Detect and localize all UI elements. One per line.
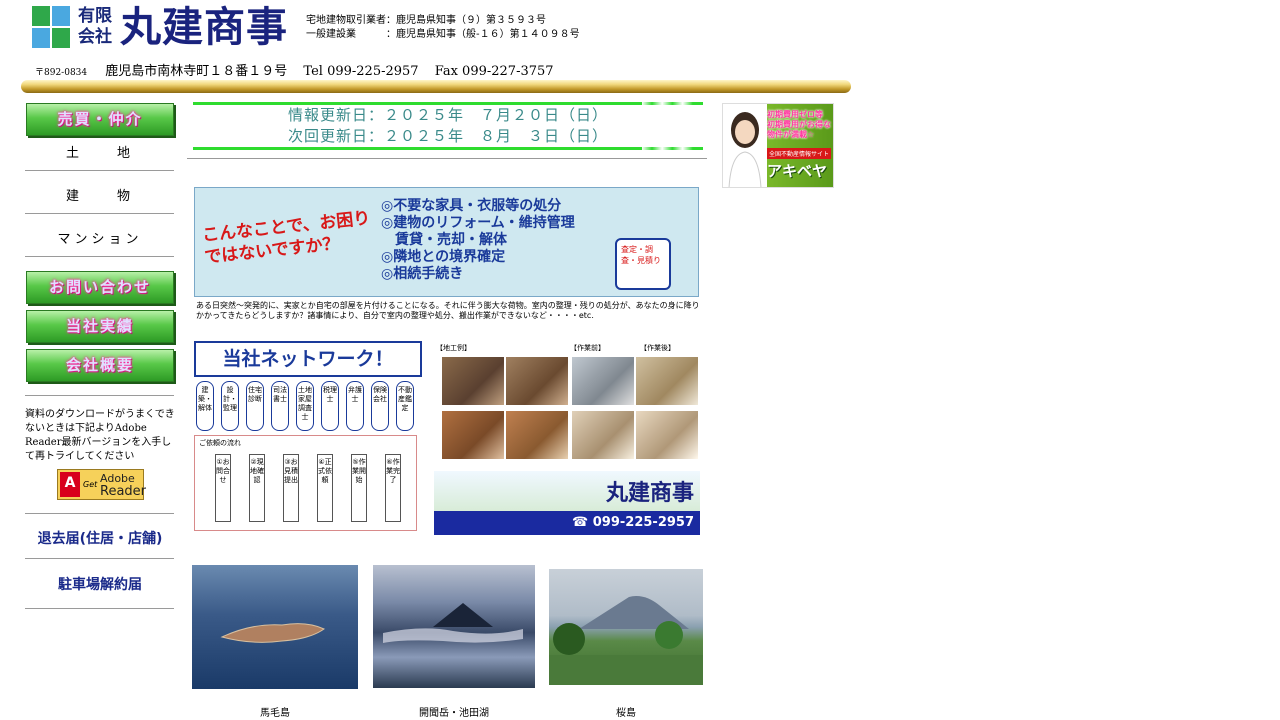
sidebar-divider [25, 395, 174, 396]
network-role: 建築・解体 [196, 381, 214, 431]
island-shape [220, 623, 325, 643]
work-photo [636, 411, 698, 459]
network-role: 司法書士 [271, 381, 289, 431]
volcano-lake-shape [383, 603, 523, 643]
photo-caption: 開聞岳・池田湖 [419, 708, 489, 719]
flyer-phone: ☎ 099-225-2957 [434, 511, 700, 535]
network-role: 土地家屋調査士 [296, 381, 314, 431]
photo-caption: 桜島 [616, 708, 636, 719]
main-divider [187, 158, 707, 159]
flow-step: ⑥作業完了 [385, 454, 401, 522]
company-type-label: 有限会社 [78, 6, 112, 47]
photo-kaimondake-ikedako [373, 565, 535, 688]
sidebar-link-land[interactable]: 土 地 [26, 142, 174, 161]
photo-mageshima [192, 565, 358, 689]
license-info: 宅地建物取引業者：鹿児島県知事（９）第３５９３号 一般建設業 ：鹿児島県知事（般… [306, 15, 580, 40]
flyer-network-title: 当社ネットワーク！ [194, 341, 422, 377]
flyer-company-logo: 丸建商事 [605, 481, 694, 506]
flow-step: ②現地確認 [249, 454, 265, 522]
flyer-question: こんなことで、お困りではないですか？ [201, 208, 372, 268]
banner-site-label: 全国不動産情報サイト [767, 148, 832, 159]
telephone: Tel 099-225-2957 [303, 64, 419, 79]
parking-cancel-notice-link[interactable]: 駐車場解約届 [26, 574, 174, 594]
adobe-brand-label: Adobe Reader [100, 472, 146, 498]
flyer-request-flow: ご依頼の流れ ①お問合せ ②現地確認 ③お見積提出 ④正式依頼 ⑤作業開始 ⑥作… [194, 435, 417, 531]
work-photo [442, 411, 504, 459]
move-out-notice-link[interactable]: 退去届(住居・店舗) [26, 528, 174, 548]
flyer-headline-panel: こんなことで、お困りではないですか？ ◎不要な家具・衣服等の処分 ◎建物のリフォ… [194, 187, 699, 297]
sidebar-divider [25, 170, 174, 171]
sidebar-divider [25, 608, 174, 609]
flyer-service-list: ◎不要な家具・衣服等の処分 ◎建物のリフォーム・維持管理 賃貸・売却・解体 ◎隣… [381, 198, 575, 283]
flyer-body-text: ある日突然～突発的に、実家とか自宅の部屋を片付けることになる。それに伴う膨大な荷… [196, 301, 700, 320]
network-role: 設計・監理 [221, 381, 239, 431]
akibeya-ad-banner[interactable]: 初期費用ゼロ等 初期費用がお得な物件が満載☆ 全国不動産情報サイト アキベヤ [722, 103, 834, 188]
sidebar-divider [25, 256, 174, 257]
banner-brand: アキベヤ [767, 162, 828, 180]
company-name-logo: 丸建商事 [120, 3, 288, 51]
work-photo [442, 357, 504, 405]
fax: Fax 099-227-3757 [434, 64, 554, 79]
sakurajima-shape [549, 596, 703, 685]
adobe-download-note: 資料のダウンロードがうまくできないときは下記よりAdobe Reader最新バー… [25, 409, 175, 462]
adobe-brand-line2: Reader [100, 484, 147, 499]
update-bottom-line [193, 147, 703, 150]
flow-step: ③お見積提出 [283, 454, 299, 522]
spokesperson-illustration [728, 112, 762, 187]
flow-step: ⑤作業開始 [351, 454, 367, 522]
network-role: 不動産鑑定 [396, 381, 414, 431]
network-role: 弁護士 [346, 381, 364, 431]
next-update-date: 次回更新日：２０２５年 ８月 ３日（日） [287, 127, 608, 145]
adobe-icon: A [60, 472, 80, 497]
sidebar-divider [25, 513, 174, 514]
info-update-date: 情報更新日：２０２５年 ７月２０日（日） [287, 106, 608, 124]
flyer-service-item: ◎隣地との境界確定 [381, 249, 506, 265]
update-top-line [193, 102, 703, 105]
flow-step: ①お問合せ [215, 454, 231, 522]
get-adobe-reader-link[interactable]: A Get Adobe Reader [57, 469, 146, 500]
work-photo [572, 411, 634, 459]
flyer-service-item: ◎不要な家具・衣服等の処分 [381, 198, 562, 214]
flyer-service-item: ◎建物のリフォーム・維持管理 [381, 215, 575, 231]
flow-title: ご依頼の流れ [199, 439, 241, 447]
photo-sakurajima [549, 569, 703, 685]
sidebar-divider [25, 558, 174, 559]
flyer-work-photos: 【地工例】 【作業前】 【作業後】 [434, 341, 699, 471]
photo-label: 【地工例】 [436, 344, 471, 352]
work-photo [572, 357, 634, 405]
work-photo [636, 357, 698, 405]
flyer-service-item: 賃貸・売却・解体 [381, 232, 507, 248]
contact-button[interactable]: お問い合わせ [26, 271, 174, 304]
network-role: 住宅診断 [246, 381, 264, 431]
photo-label: 【作業後】 [640, 344, 675, 352]
sidebar-link-mansion[interactable]: マンション [26, 228, 174, 247]
network-role: 保険会社 [371, 381, 389, 431]
work-photo [506, 357, 568, 405]
postal-code: 〒892-0834 [35, 68, 88, 78]
flyer-city-illustration: 丸建商事 [434, 471, 700, 511]
work-photo [506, 411, 568, 459]
sidebar-link-buildings[interactable]: 建 物 [26, 185, 174, 204]
network-role: 税理士 [321, 381, 339, 431]
flyer-assessment-box: 査定・調査・見積り [615, 238, 671, 290]
flyer-network-roles: 建築・解体 設計・監理 住宅診断 司法書士 土地家屋調査士 税理士 弁護士 保険… [196, 381, 424, 431]
sales-brokerage-button[interactable]: 売買・仲介 [26, 103, 174, 136]
flow-step: ④正式依頼 [317, 454, 333, 522]
banner-tagline: 初期費用ゼロ等 初期費用がお得な物件が満載☆ [767, 110, 831, 139]
company-logo-mark [32, 6, 70, 48]
sidebar-divider [25, 213, 174, 214]
track-record-button[interactable]: 当社実績 [26, 310, 174, 343]
photo-caption: 馬毛島 [260, 708, 290, 719]
street-address: 鹿児島市南林寺町１８番１９号 [105, 64, 288, 79]
photo-label: 【作業前】 [570, 344, 605, 352]
address-row: 〒892-0834 鹿児島市南林寺町１８番１９号 Tel 099-225-295… [35, 60, 554, 79]
header-divider-bar [21, 80, 851, 93]
flyer-service-item: ◎相続手続き [381, 266, 464, 282]
service-flyer: こんなことで、お困りではないですか？ ◎不要な家具・衣服等の処分 ◎建物のリフォ… [192, 183, 703, 540]
company-profile-button[interactable]: 会社概要 [26, 349, 174, 382]
adobe-get-label: Get [83, 480, 98, 489]
